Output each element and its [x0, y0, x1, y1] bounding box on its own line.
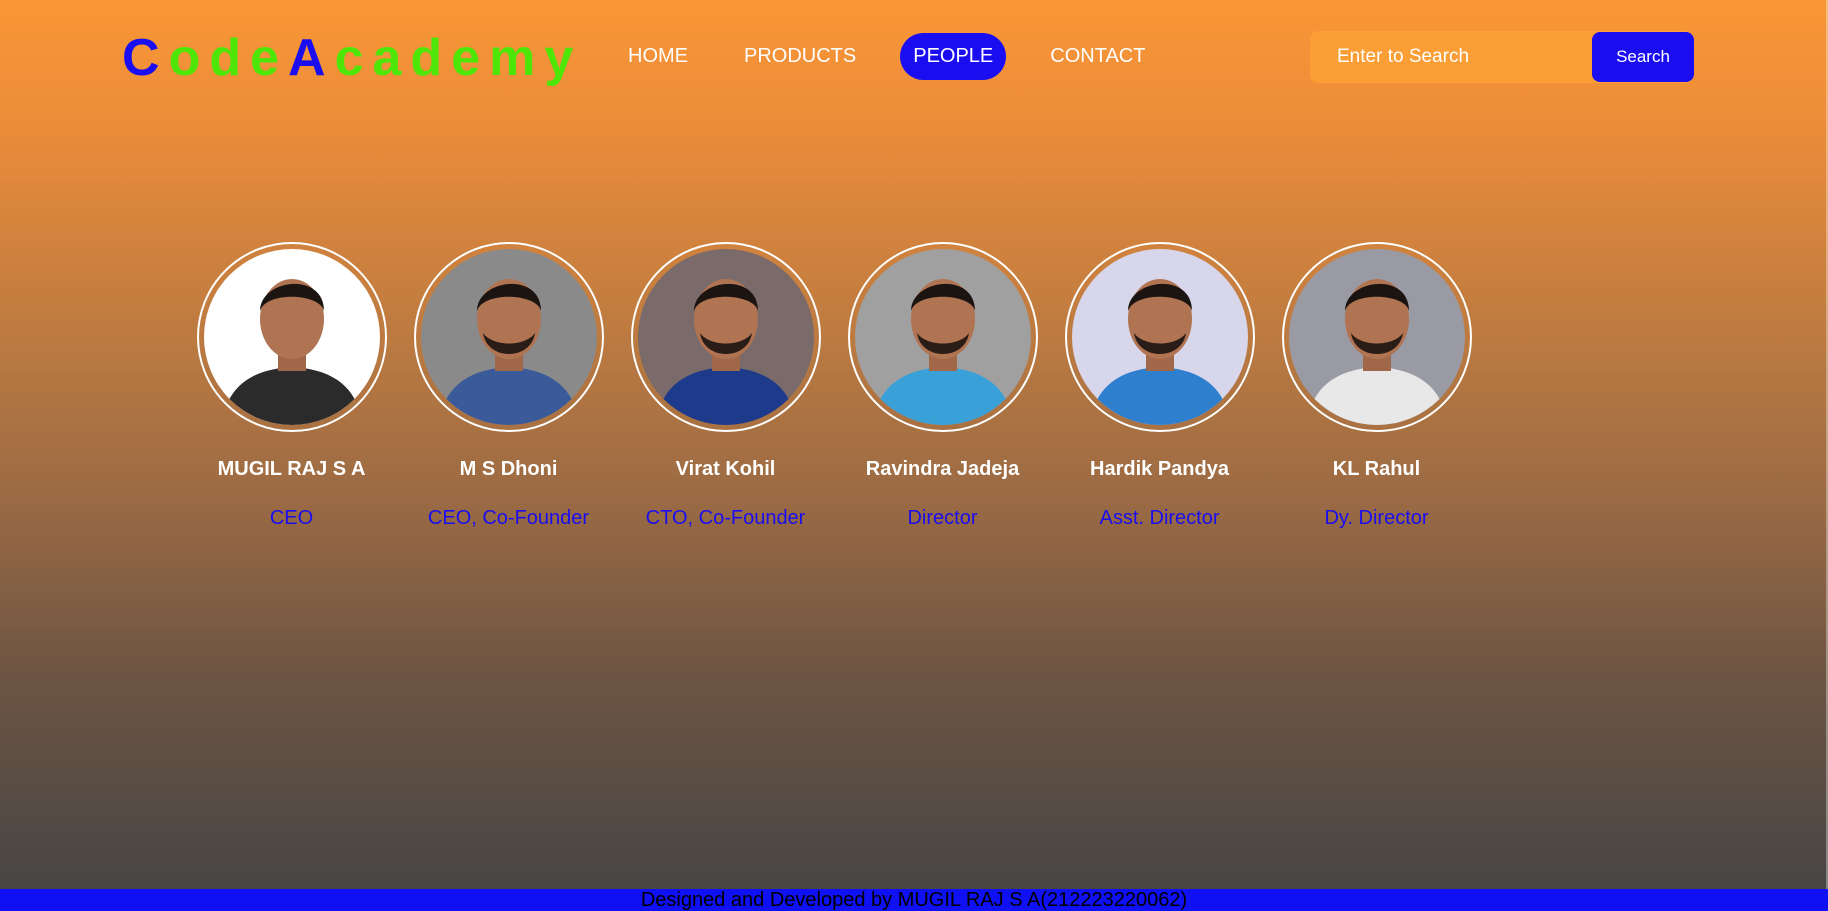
person-role: CEO: [269, 507, 314, 529]
person-card: MUGIL RAJ S A CEO: [183, 242, 400, 530]
brand-logo-letter: C: [122, 29, 169, 87]
person-photo-jersey-icon: [1071, 249, 1248, 425]
person-name: MUGIL RAJ S A: [217, 458, 366, 480]
person-name: KL Rahul: [1332, 458, 1421, 480]
person-card: Virat Kohil CTO, Co-Founder: [617, 242, 834, 530]
person-photo-suit-icon: [203, 249, 380, 425]
brand-logo-letter: e: [451, 29, 490, 87]
person-card: KL Rahul Dy. Director: [1268, 242, 1485, 530]
person-name: M S Dhoni: [459, 458, 558, 480]
person-photo-jersey-icon: [1288, 249, 1465, 425]
avatar-ring: [847, 242, 1038, 432]
site-footer: Designed and Developed by MUGIL RAJ S A(…: [0, 889, 1828, 911]
nav-item-products[interactable]: PRODUCTS: [732, 34, 868, 79]
brand-logo-letter: a: [372, 29, 411, 87]
person-role: CTO, Co-Founder: [645, 507, 806, 529]
people-grid: MUGIL RAJ S A CEO M S Dhoni CEO, Co-Founder…: [183, 242, 1485, 530]
nav-item-home[interactable]: HOME: [616, 34, 700, 79]
brand-logo[interactable]: CodeAcademy: [122, 28, 582, 88]
search-bar: Search: [1310, 31, 1694, 83]
main-nav: HOME PRODUCTS PEOPLE CONTACT: [616, 32, 1189, 80]
person-role: Director: [907, 507, 978, 529]
person-role: Asst. Director: [1099, 507, 1220, 529]
brand-logo-letter: o: [168, 29, 210, 87]
person-name: Ravindra Jadeja: [865, 458, 1020, 480]
brand-logo-letter: d: [410, 29, 452, 87]
brand-logo-letter: m: [489, 29, 545, 87]
search-input[interactable]: [1310, 31, 1590, 83]
person-name: Virat Kohil: [675, 458, 776, 480]
person-photo-jersey-icon: [637, 249, 814, 425]
person-card: M S Dhoni CEO, Co-Founder: [400, 242, 617, 530]
avatar-ring: [196, 242, 387, 432]
brand-logo-letter: d: [209, 29, 251, 87]
person-role: Dy. Director: [1324, 507, 1429, 529]
avatar-ring: [413, 242, 604, 432]
search-button[interactable]: Search: [1592, 32, 1694, 82]
brand-logo-letter: y: [544, 29, 583, 87]
brand-logo-letter: c: [334, 29, 373, 87]
brand-logo-letter: A: [288, 29, 335, 87]
nav-item-people[interactable]: PEOPLE: [900, 32, 1007, 80]
avatar-ring: [630, 242, 821, 432]
avatar-ring: [1064, 242, 1255, 432]
person-photo-jersey-icon: [420, 249, 597, 425]
person-photo-jersey-icon: [854, 249, 1031, 425]
person-name: Hardik Pandya: [1090, 458, 1229, 480]
brand-logo-letter: e: [250, 29, 289, 87]
person-role: CEO, Co-Founder: [427, 507, 590, 529]
footer-credit: Designed and Developed by MUGIL RAJ S A(…: [640, 889, 1188, 911]
avatar-ring: [1281, 242, 1472, 432]
person-card: Ravindra Jadeja Director: [834, 242, 1051, 530]
site-header: CodeAcademy HOMEPRODUCTSPEOPLECONTACT Se…: [0, 0, 1828, 112]
nav-item-contact[interactable]: CONTACT: [1038, 34, 1157, 79]
person-card: Hardik Pandya Asst. Director: [1051, 242, 1268, 530]
